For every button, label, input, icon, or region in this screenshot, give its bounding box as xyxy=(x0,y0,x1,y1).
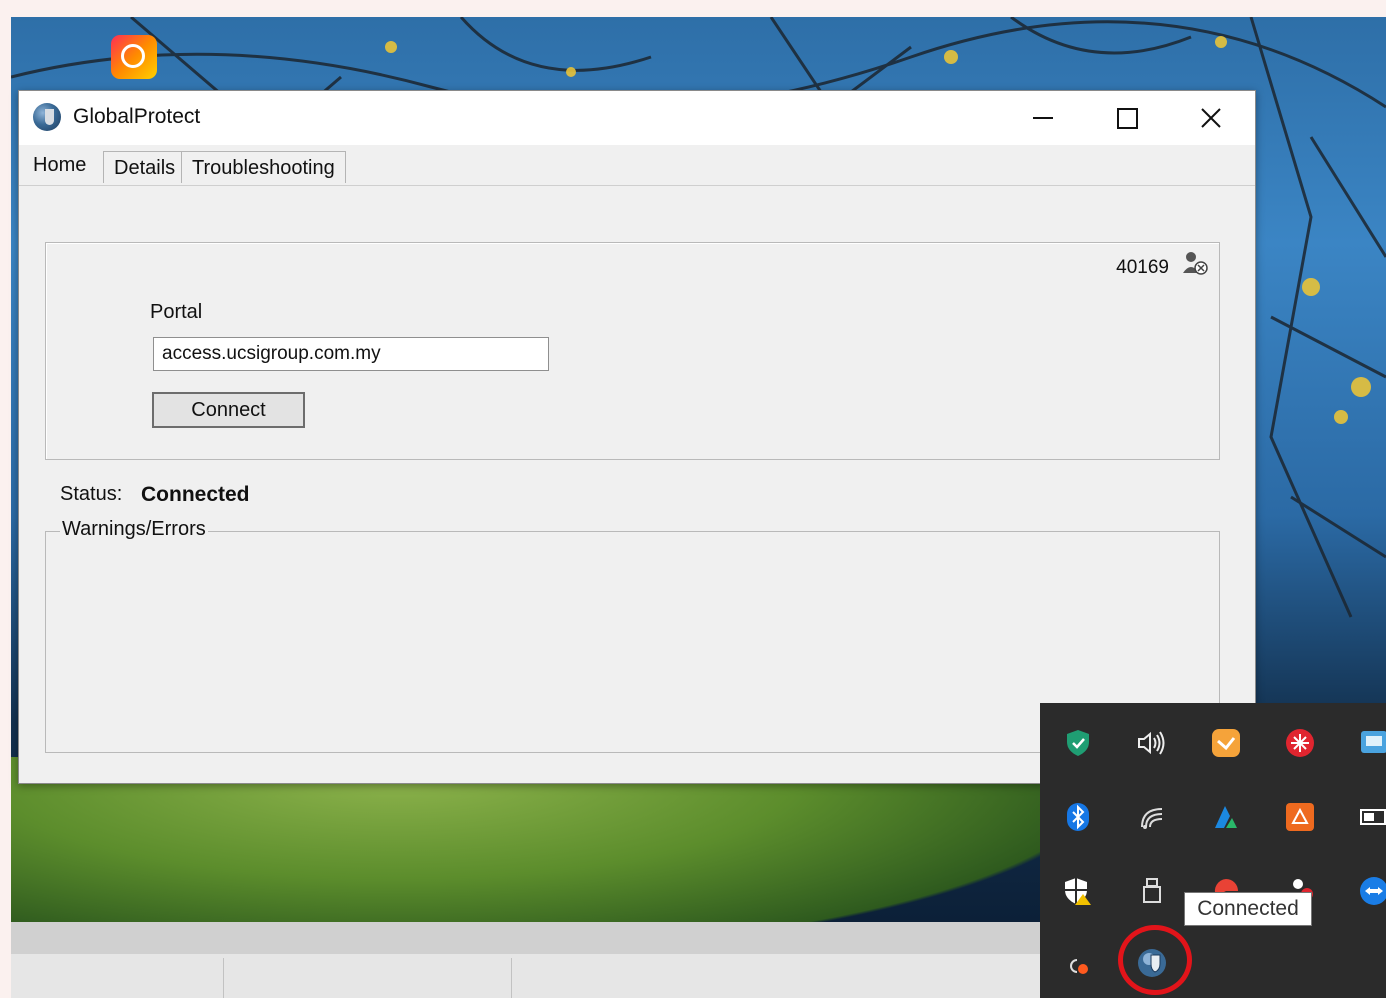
status-value: Connected xyxy=(141,483,250,506)
portal-input[interactable] xyxy=(153,337,549,371)
creative-cloud-shortcut-icon[interactable] xyxy=(111,35,157,79)
tab-details[interactable]: Details xyxy=(103,151,187,183)
title-bar[interactable]: GlobalProtect xyxy=(19,91,1255,145)
close-button[interactable] xyxy=(1169,91,1253,145)
status-label: Status: xyxy=(60,483,123,505)
minimize-button[interactable] xyxy=(1001,91,1085,145)
tab-troubleshooting[interactable]: Troubleshooting xyxy=(181,151,346,183)
tab-bar: Home Details Troubleshooting xyxy=(19,147,1255,186)
teamviewer-icon[interactable] xyxy=(1358,875,1386,907)
red-highlight-circle xyxy=(1118,925,1192,995)
user-id: 40169 xyxy=(1116,257,1169,278)
azure-icon[interactable] xyxy=(1210,801,1242,833)
minimize-icon xyxy=(1033,117,1053,119)
cloud-sync-icon[interactable] xyxy=(1062,949,1094,981)
connect-button[interactable]: Connect xyxy=(152,392,305,428)
user-settings-icon[interactable] xyxy=(1181,249,1209,277)
bluetooth-icon[interactable] xyxy=(1062,801,1094,833)
tray-tooltip: Connected xyxy=(1184,892,1312,926)
portal-label: Portal xyxy=(150,301,203,323)
portal-panel: 40169 Portal Connect xyxy=(45,242,1220,460)
security-warning-icon[interactable] xyxy=(1062,875,1094,907)
tray-overflow-panel xyxy=(1040,703,1386,998)
globalprotect-window: GlobalProtect Home Details Troubleshooti… xyxy=(18,90,1256,784)
battery-icon[interactable] xyxy=(1358,801,1386,833)
mail-app-icon[interactable] xyxy=(1210,727,1242,759)
window-title: GlobalProtect xyxy=(73,105,201,128)
maximize-button[interactable] xyxy=(1085,91,1169,145)
warnings-errors-label: Warnings/Errors xyxy=(60,518,208,541)
globalprotect-logo-icon xyxy=(33,103,61,131)
orange-app-icon[interactable] xyxy=(1284,801,1316,833)
taskbar-separator xyxy=(511,958,512,998)
wifi-icon[interactable] xyxy=(1136,801,1168,833)
maximize-icon xyxy=(1116,107,1138,129)
usb-device-icon[interactable] xyxy=(1136,875,1168,907)
defender-shield-icon[interactable] xyxy=(1062,727,1094,759)
close-icon xyxy=(1201,108,1221,128)
taskbar-separator xyxy=(223,958,224,998)
tab-home[interactable]: Home xyxy=(23,149,97,181)
network-app-icon[interactable] xyxy=(1358,727,1386,759)
red-app-icon[interactable] xyxy=(1284,727,1316,759)
volume-icon[interactable] xyxy=(1136,727,1168,759)
